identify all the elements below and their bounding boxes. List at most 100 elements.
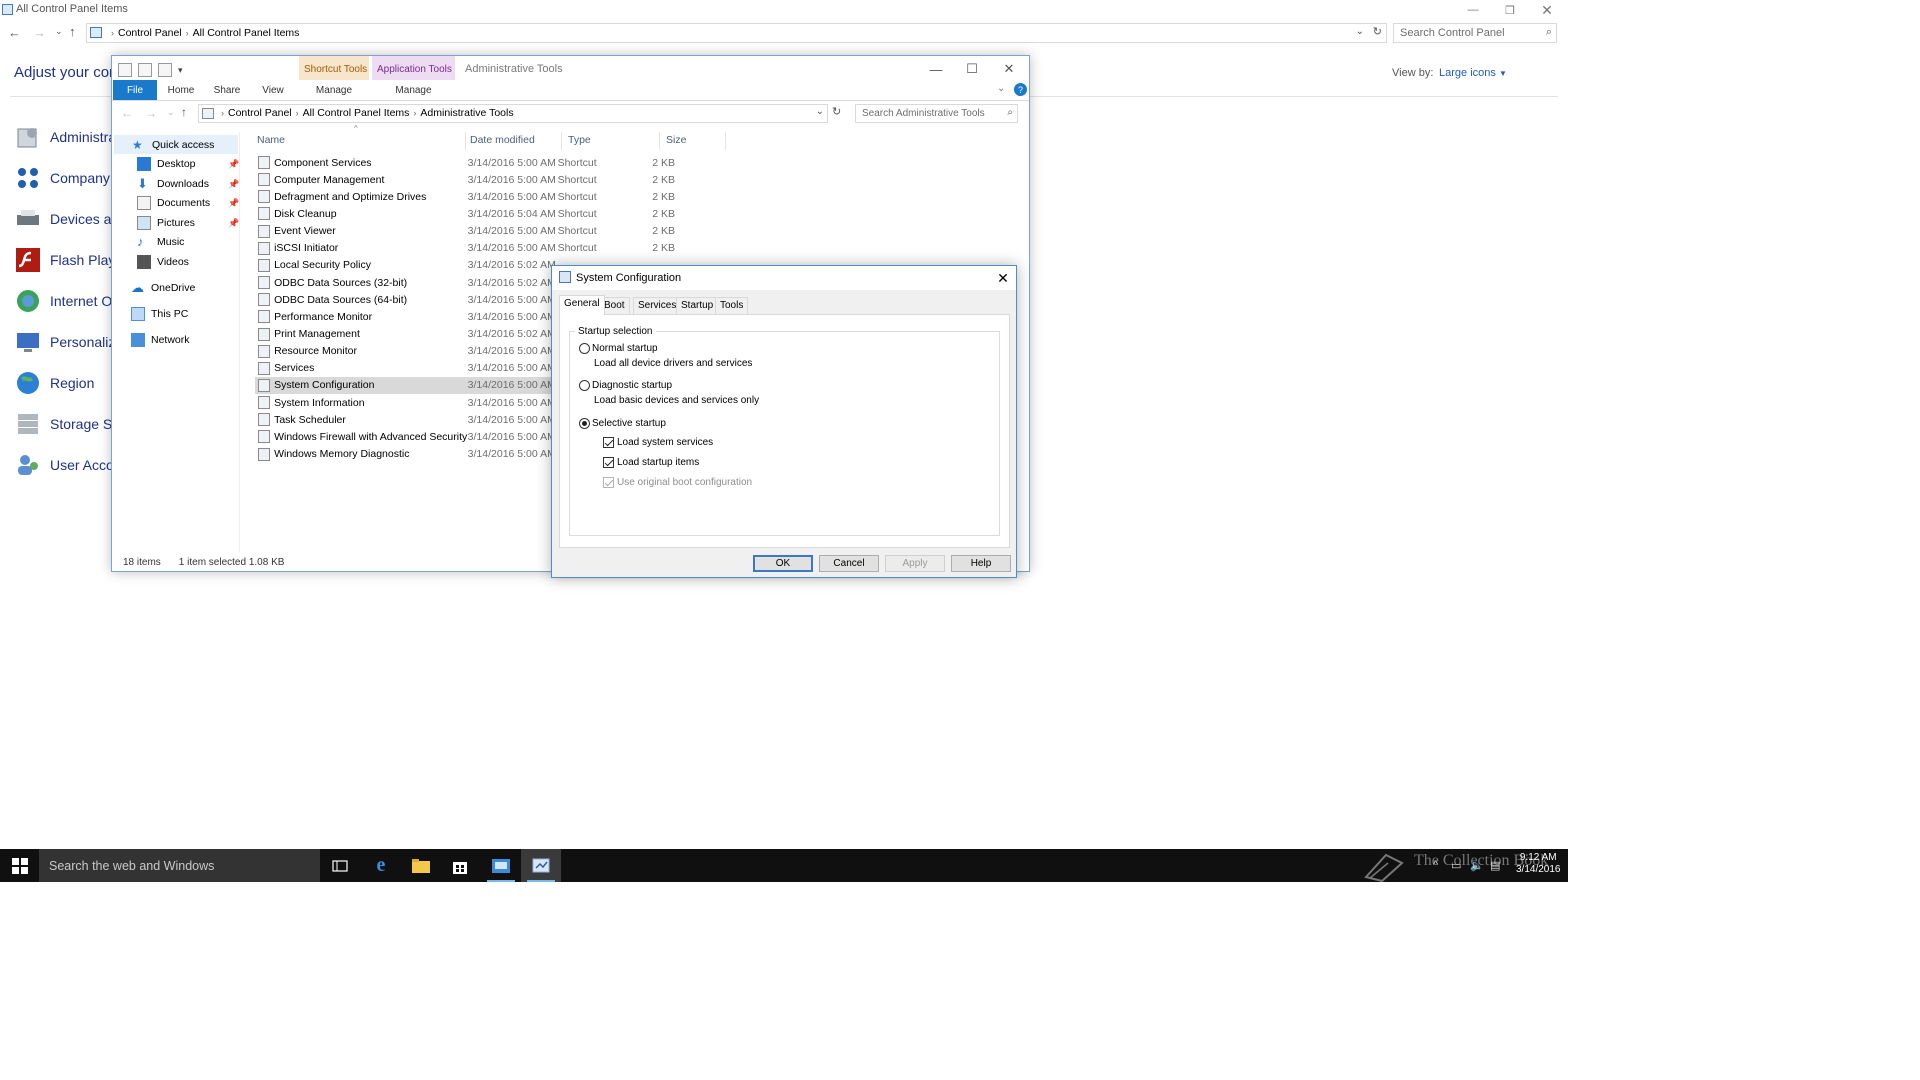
action-center-icon[interactable]: ▤: [1490, 859, 1500, 872]
help-button[interactable]: Help: [951, 555, 1011, 572]
address-bar[interactable]: › Control Panel › All Control Panel Item…: [86, 23, 1387, 43]
new-folder-icon[interactable]: [158, 63, 172, 77]
cp-item-storage-spaces[interactable]: Storage Sp: [14, 408, 120, 440]
view-by-dropdown[interactable]: Large icons ▼: [1439, 67, 1507, 79]
column-header-name[interactable]: Name: [257, 134, 285, 146]
sidebar-item-quick-access[interactable]: ★ Quick access: [114, 135, 238, 154]
checkbox[interactable]: [603, 437, 614, 448]
cp-item-devices-printers[interactable]: Devices an: [14, 203, 119, 235]
volume-icon[interactable]: 🔈: [1470, 859, 1484, 872]
close-button[interactable]: ✕: [992, 268, 1014, 288]
sidebar-item-downloads[interactable]: ⬇ Downloads: [137, 174, 209, 193]
normal-startup-radio[interactable]: Normal startup: [579, 343, 658, 354]
up-arrow-icon[interactable]: ↑: [69, 24, 76, 39]
cp-item-personalization[interactable]: Personaliza: [14, 326, 123, 358]
msconfig-taskbar-button[interactable]: [521, 849, 561, 882]
breadcrumb-administrative-tools[interactable]: Administrative Tools: [420, 107, 513, 119]
help-icon[interactable]: ?: [1014, 83, 1027, 96]
search-input[interactable]: Search Administrative Tools ⌕: [855, 104, 1018, 123]
tab-view[interactable]: View: [252, 80, 294, 100]
tab-startup[interactable]: Startup: [676, 297, 719, 314]
radio-button[interactable]: [579, 343, 590, 354]
clock[interactable]: 9:12 AM 3/14/2016: [1516, 852, 1561, 876]
address-dropdown-icon[interactable]: ⌄: [816, 106, 824, 117]
restore-button[interactable]: ❐: [1491, 0, 1529, 20]
checkbox[interactable]: [603, 457, 614, 468]
minimize-button[interactable]: —: [918, 58, 954, 80]
column-header-date[interactable]: Date modified: [470, 134, 535, 146]
taskbar-search-box[interactable]: Search the web and Windows: [39, 849, 320, 882]
edge-button[interactable]: e: [361, 849, 401, 882]
search-input[interactable]: Search Control Panel ⌕: [1393, 23, 1557, 43]
file-row[interactable]: iSCSI Initiator 3/14/2016 5:00 AM Shortcut…: [255, 240, 675, 257]
back-arrow-icon[interactable]: ←: [121, 106, 133, 120]
tab-share[interactable]: Share: [206, 80, 248, 100]
selective-startup-radio[interactable]: Selective startup: [579, 418, 666, 429]
forward-arrow-icon[interactable]: →: [33, 25, 46, 40]
cancel-button[interactable]: Cancel: [819, 555, 879, 572]
sidebar-item-videos[interactable]: Videos: [137, 252, 189, 271]
load-startup-items-checkbox[interactable]: Load startup items: [603, 457, 699, 468]
start-button[interactable]: [0, 849, 39, 882]
cp-item-region[interactable]: Region: [14, 367, 114, 399]
cp-item-flash-player[interactable]: Flash Playe: [14, 244, 123, 276]
tab-manage-shortcut[interactable]: Manage: [299, 80, 369, 100]
cp-item-company[interactable]: Company S: [14, 162, 123, 194]
network-tray-icon[interactable]: ▭: [1451, 859, 1461, 872]
tab-services[interactable]: Services: [633, 297, 682, 314]
tab-home[interactable]: Home: [160, 80, 202, 100]
radio-button[interactable]: [579, 418, 590, 429]
sidebar-item-network[interactable]: Network: [131, 330, 190, 349]
sidebar-item-this-pc[interactable]: This PC: [131, 304, 188, 323]
load-system-services-checkbox[interactable]: Load system services: [603, 437, 713, 448]
tab-tools[interactable]: Tools: [715, 297, 749, 314]
file-explorer-button[interactable]: [401, 849, 441, 882]
column-header-type[interactable]: Type: [568, 134, 591, 146]
file-row[interactable]: Disk Cleanup 3/14/2016 5:04 AM Shortcut 2 K…: [255, 205, 675, 222]
back-arrow-icon[interactable]: ←: [8, 25, 21, 40]
recent-locations-chevron-icon[interactable]: ⌄: [55, 26, 63, 37]
sidebar-item-onedrive[interactable]: ☁ OneDrive: [131, 278, 195, 297]
up-arrow-icon[interactable]: ↑: [181, 105, 187, 119]
customize-toolbar-icon[interactable]: ▾: [178, 65, 183, 76]
close-button[interactable]: ✕: [991, 58, 1027, 80]
breadcrumb-control-panel[interactable]: Control Panel: [228, 107, 292, 119]
cp-item-administrative-tools[interactable]: Administra: [14, 121, 116, 153]
task-view-button[interactable]: [320, 849, 360, 882]
file-row[interactable]: Defragment and Optimize Drives 3/14/2016 …: [255, 188, 675, 205]
maximize-button[interactable]: ☐: [954, 58, 990, 80]
show-hidden-icons-icon[interactable]: ^: [1433, 859, 1438, 871]
breadcrumb-all-items[interactable]: All Control Panel Items: [193, 27, 300, 39]
tab-general[interactable]: General: [559, 295, 605, 315]
tab-file[interactable]: File: [113, 80, 157, 100]
sidebar-item-music[interactable]: ♪ Music: [137, 232, 184, 251]
breadcrumb-control-panel[interactable]: Control Panel: [118, 27, 182, 39]
recent-locations-chevron-icon[interactable]: ⌄: [167, 107, 175, 118]
store-button[interactable]: [440, 849, 480, 882]
checkmark-icon[interactable]: [138, 63, 152, 77]
address-dropdown-icon[interactable]: ⌄: [1356, 26, 1364, 37]
file-row[interactable]: Computer Management 3/14/2016 5:00 AM Shor…: [255, 171, 675, 188]
close-button[interactable]: ✕: [1528, 0, 1566, 20]
cp-item-user-accounts[interactable]: User Accou: [14, 449, 122, 481]
cp-item-internet-options[interactable]: Internet Op: [14, 285, 120, 317]
expand-ribbon-icon[interactable]: ⌄: [997, 83, 1005, 94]
diagnostic-startup-radio[interactable]: Diagnostic startup: [579, 380, 672, 391]
sidebar-item-pictures[interactable]: Pictures: [137, 213, 195, 232]
tab-manage-application[interactable]: Manage: [372, 80, 455, 100]
refresh-icon[interactable]: ↻: [1373, 25, 1382, 38]
properties-icon[interactable]: [118, 63, 132, 77]
address-bar[interactable]: › Control Panel › All Control Panel Item…: [198, 104, 828, 123]
file-row[interactable]: Component Services 3/14/2016 5:00 AM Short…: [255, 154, 675, 171]
minimize-button[interactable]: —: [1454, 0, 1492, 20]
file-row[interactable]: Event Viewer 3/14/2016 5:00 AM Shortcut 2 K…: [255, 223, 675, 240]
radio-button[interactable]: [579, 380, 590, 391]
forward-arrow-icon[interactable]: →: [145, 106, 157, 120]
sidebar-item-desktop[interactable]: Desktop: [137, 154, 196, 173]
control-panel-taskbar-button[interactable]: [481, 849, 521, 882]
column-header-size[interactable]: Size: [666, 134, 686, 146]
ok-button[interactable]: OK: [753, 555, 813, 572]
sidebar-item-documents[interactable]: Documents: [137, 193, 210, 212]
breadcrumb-all-items[interactable]: All Control Panel Items: [303, 107, 410, 119]
refresh-icon[interactable]: ↻: [832, 105, 841, 118]
